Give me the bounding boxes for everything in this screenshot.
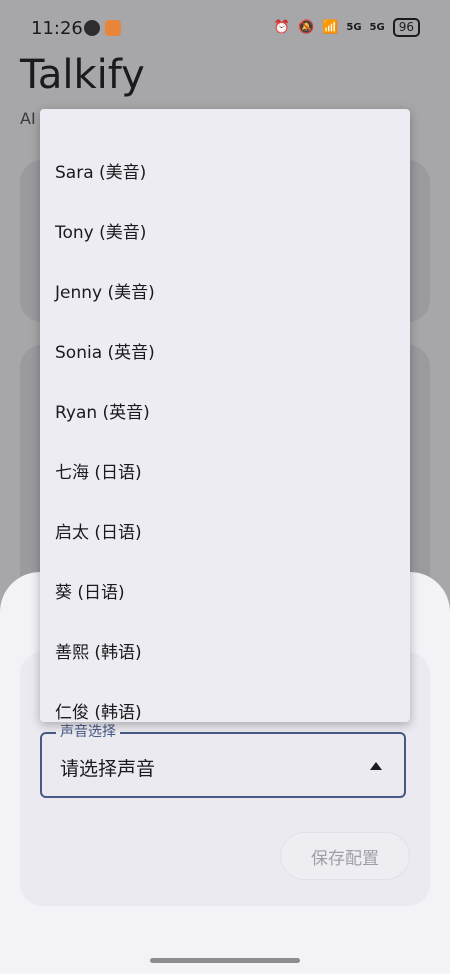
mute-icon: 🔕	[298, 20, 315, 35]
status-time: 11:26	[31, 18, 83, 39]
save-config-button[interactable]: 保存配置	[280, 832, 410, 880]
menu-item-partial	[40, 111, 410, 113]
app-notification-icon	[84, 20, 100, 36]
voice-dropdown-list[interactable]: Sara (美音) Tony (美音) Jenny (美音) Sonia (英音…	[40, 111, 410, 722]
home-indicator[interactable]	[150, 958, 300, 963]
voice-option-tony[interactable]: Tony (美音)	[40, 203, 410, 263]
signal-5g-2: 5G	[369, 22, 385, 33]
status-bar: 11:26 ⏰ 🔕 📶 5G 5G 96	[0, 0, 450, 56]
voice-dropdown-menu[interactable]: Sara (美音) Tony (美音) Jenny (美音) Sonia (英音…	[40, 109, 410, 722]
voice-option-sonia[interactable]: Sonia (英音)	[40, 323, 410, 383]
voice-option-jenny[interactable]: Jenny (美音)	[40, 263, 410, 323]
voice-select-value: 请选择声音	[60, 758, 156, 780]
voice-select-field[interactable]: 声音选择 请选择声音	[40, 723, 406, 798]
voice-option-keita[interactable]: 启太 (日语)	[40, 503, 410, 563]
signal-5g-1: 5G	[346, 22, 362, 33]
battery-icon: 96	[392, 18, 420, 37]
wifi-icon: 📶	[322, 20, 339, 35]
app-title: Talkify	[20, 52, 145, 98]
dropdown-arrow-icon[interactable]	[370, 762, 382, 770]
voice-option-sunhi[interactable]: 善熙 (韩语)	[40, 623, 410, 683]
heart-app-icon	[105, 20, 121, 36]
voice-select-label: 声音选择	[56, 723, 120, 741]
voice-option-sara[interactable]: Sara (美音)	[40, 143, 410, 203]
voice-option-ryan[interactable]: Ryan (英音)	[40, 383, 410, 443]
voice-option-aoi[interactable]: 葵 (日语)	[40, 563, 410, 623]
voice-option-injoon[interactable]: 仁俊 (韩语)	[40, 683, 410, 722]
alarm-icon: ⏰	[273, 20, 290, 35]
voice-option-nanami[interactable]: 七海 (日语)	[40, 443, 410, 503]
